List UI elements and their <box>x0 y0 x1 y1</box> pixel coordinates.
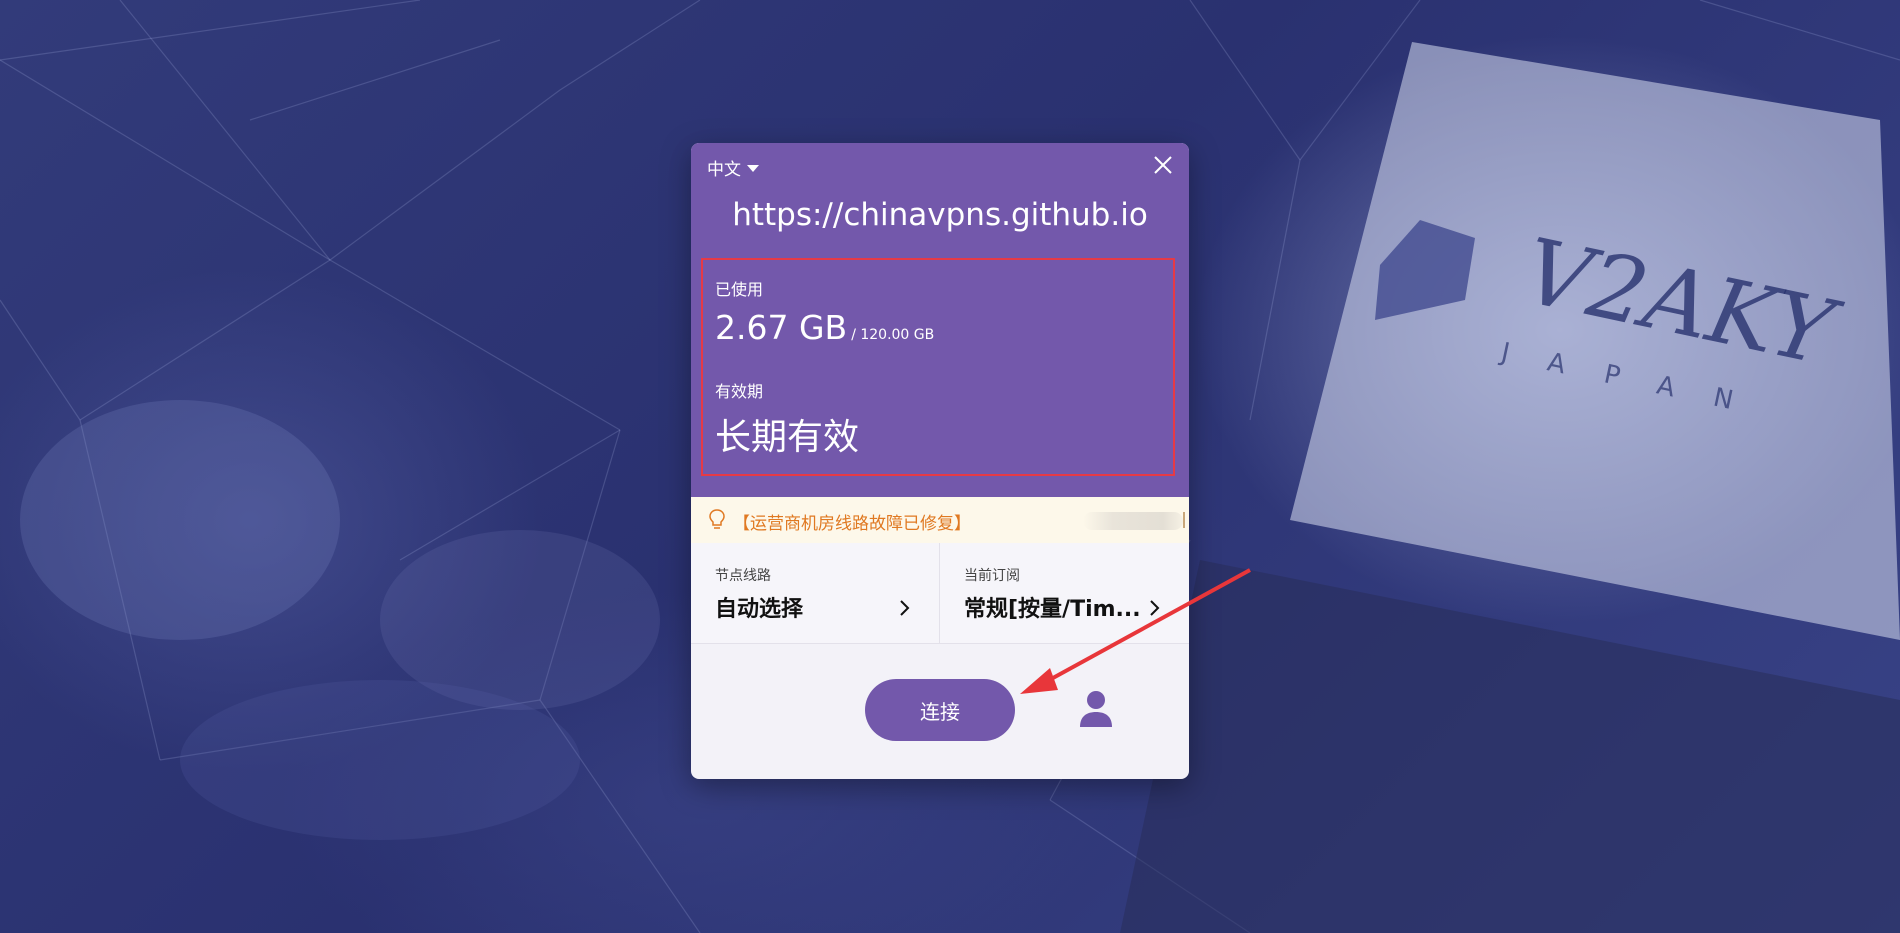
blurred-notice-overflow <box>1083 512 1183 530</box>
caret-down-icon <box>747 165 759 172</box>
selector-row: 节点线路 自动选择 当前订阅 常规[按量/Tim... <box>691 543 1189 644</box>
notice-edge <box>1183 512 1185 528</box>
used-amount: 2.67 GB <box>715 308 848 347</box>
node-value: 自动选择 <box>715 597 804 622</box>
node-selector[interactable]: 节点线路 自动选择 <box>691 543 939 643</box>
notice-text: 【运营商机房线路故障已修复】 <box>733 514 971 534</box>
website-url: https://chinavpns.github.io <box>732 197 1148 233</box>
close-icon[interactable] <box>1151 153 1175 177</box>
subscription-selector[interactable]: 当前订阅 常规[按量/Tim... <box>940 543 1189 643</box>
user-profile-icon[interactable] <box>1078 689 1114 729</box>
chevron-right-icon <box>1150 600 1160 616</box>
language-dropdown[interactable]: 中文 <box>707 155 759 180</box>
connect-button[interactable]: 连接 <box>865 679 1015 741</box>
node-label: 节点线路 <box>715 568 771 584</box>
header-panel: 中文 https://chinavpns.github.io 已使用 2.67 … <box>691 143 1189 497</box>
notice-bar[interactable]: 【运营商机房线路故障已修复】 <box>691 497 1189 543</box>
validity-label: 有效期 <box>715 382 764 401</box>
language-label: 中文 <box>707 160 741 180</box>
usage-label: 已使用 <box>715 280 764 299</box>
total-quota: / 120.00 GB <box>851 327 935 343</box>
chevron-right-icon <box>900 600 910 616</box>
subscription-label: 当前订阅 <box>964 568 1020 584</box>
vpn-client-window: 中文 https://chinavpns.github.io 已使用 2.67 … <box>691 143 1189 779</box>
account-info-highlight: 已使用 2.67 GB/ 120.00 GB 有效期 长期有效 <box>701 258 1175 476</box>
usage-value: 2.67 GB/ 120.00 GB <box>715 308 934 347</box>
subscription-value: 常规[按量/Tim... <box>964 597 1141 622</box>
lightbulb-icon <box>709 509 725 529</box>
validity-value: 长期有效 <box>715 417 860 458</box>
